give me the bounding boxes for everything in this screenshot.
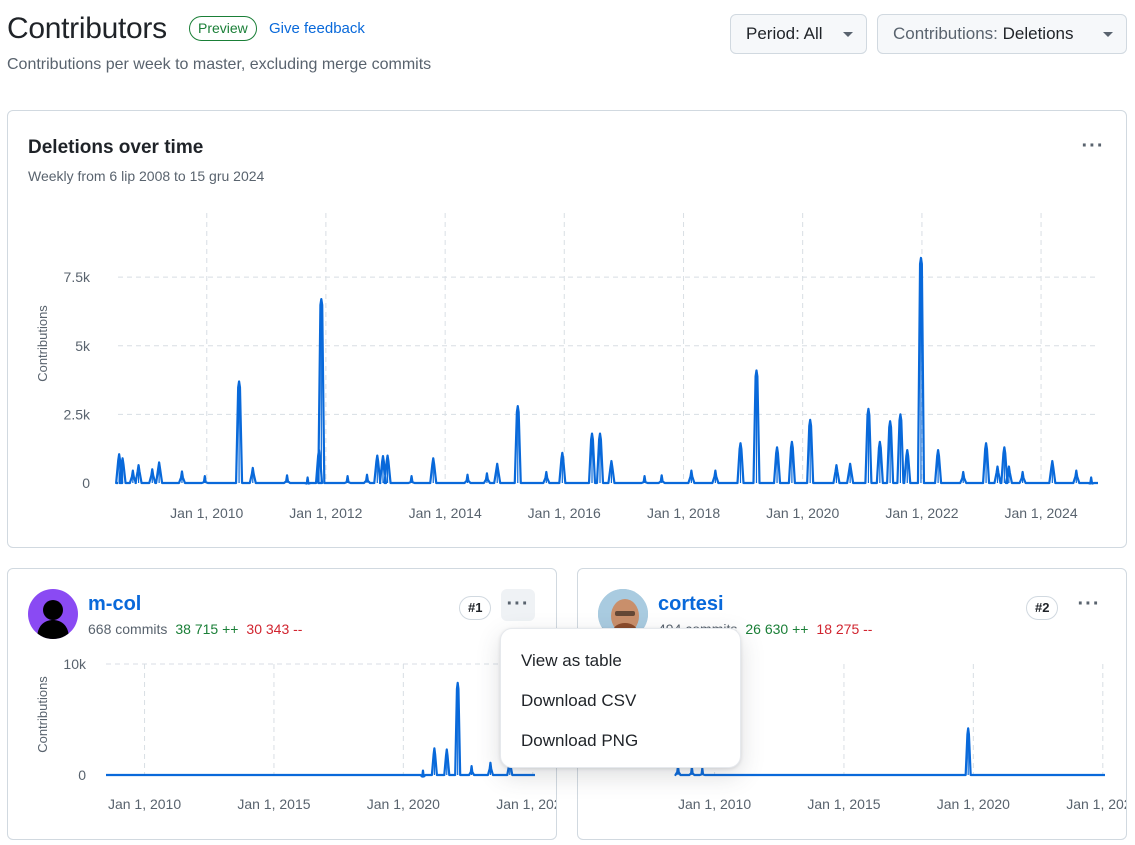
series-line [115, 256, 1098, 485]
x-tick-label: Jan 1, 2012 [289, 505, 362, 521]
y-tick-label: 2.5k [64, 406, 91, 422]
rank-badge: #2 [1026, 596, 1059, 620]
contributor-stats: 668 commits 38 715 ++ 30 343 -- [88, 621, 302, 637]
period-dropdown[interactable]: Period: All [730, 14, 867, 54]
menu-item-download-csv[interactable]: Download CSV [521, 691, 636, 711]
kebab-horizontal-icon[interactable]: ··· [501, 589, 535, 621]
y-tick-label: 0 [78, 767, 86, 783]
preview-badge: Preview [189, 16, 257, 41]
x-tick-label: Jan 1, 2022 [885, 505, 958, 521]
page-header: Contributors Preview Give feedback Contr… [7, 8, 1127, 83]
x-tick-label: Jan 1, 2010 [678, 796, 751, 812]
commit-count[interactable]: 668 commits [88, 621, 167, 637]
x-tick-label: Jan 1, 2015 [237, 796, 310, 812]
rank-badge: #1 [459, 596, 492, 620]
additions-count: 38 715 ++ [175, 621, 239, 637]
x-tick-label: Jan 1, 2015 [807, 796, 880, 812]
x-tick-label: Jan 1, 2024 [1004, 505, 1077, 521]
x-tick-label: Jan 1, 2020 [937, 796, 1010, 812]
y-tick-label: 5k [75, 338, 91, 354]
y-axis-label: Contributions [35, 305, 50, 382]
page-title: Contributors [7, 12, 167, 45]
x-tick-label: Jan 1, 2025 [496, 796, 556, 812]
deletions-count: 18 275 -- [816, 621, 873, 637]
x-tick-label: Jan 1, 2018 [647, 505, 720, 521]
x-tick-label: Jan 1, 2020 [766, 505, 839, 521]
chart-options-menu: View as table Download CSV Download PNG [500, 628, 741, 768]
chart-title: Deletions over time [28, 137, 204, 158]
page-subtitle: Contributions per week to master, exclud… [7, 56, 432, 73]
give-feedback-link[interactable]: Give feedback [269, 20, 365, 37]
x-tick-label: Jan 1, 2010 [170, 505, 243, 521]
triangle-down-icon [1103, 32, 1113, 37]
contributions-dropdown-value: Deletions [1002, 24, 1074, 43]
y-tick-label: 10k [63, 656, 87, 672]
deletions-over-time-card: Jan 1, 2010 Jan 1, 2012 Jan 1, 2014 Jan 1, … [7, 110, 1127, 548]
deletions-count: 30 343 -- [246, 621, 303, 637]
avatar[interactable] [28, 589, 78, 639]
y-axis-label: Contributions [35, 676, 50, 753]
series-line [106, 681, 535, 778]
x-tick-label: Jan 1, 2020 [367, 796, 440, 812]
kebab-horizontal-icon[interactable]: ··· [1072, 589, 1106, 621]
x-tick-label: Jan 1, 2016 [528, 505, 601, 521]
triangle-down-icon [843, 32, 853, 37]
menu-item-download-png[interactable]: Download PNG [521, 731, 638, 751]
contributor-card-m-col: Jan 1, 2010 Jan 1, 2015 Jan 1, 2020 Jan 1, … [7, 568, 557, 840]
contributor-username[interactable]: cortesi [658, 593, 724, 616]
person-silhouette-icon [37, 600, 69, 639]
y-tick-label: 7.5k [64, 269, 91, 285]
period-dropdown-label: Period: All [746, 24, 823, 43]
additions-count: 26 630 ++ [745, 621, 809, 637]
kebab-horizontal-icon[interactable]: ··· [1076, 131, 1110, 163]
menu-item-view-as-table[interactable]: View as table [521, 651, 622, 671]
contributions-dropdown-prefix: Contributions: [893, 24, 1003, 43]
chart-subtitle: Weekly from 6 lip 2008 to 15 gru 2024 [28, 168, 265, 184]
contributor-username[interactable]: m-col [88, 593, 141, 616]
contributions-dropdown[interactable]: Contributions: Deletions [877, 14, 1127, 54]
y-tick-label: 0 [82, 475, 90, 491]
x-tick-label: Jan 1, 2025 [1066, 796, 1126, 812]
x-tick-label: Jan 1, 2010 [108, 796, 181, 812]
x-tick-label: Jan 1, 2014 [409, 505, 482, 521]
